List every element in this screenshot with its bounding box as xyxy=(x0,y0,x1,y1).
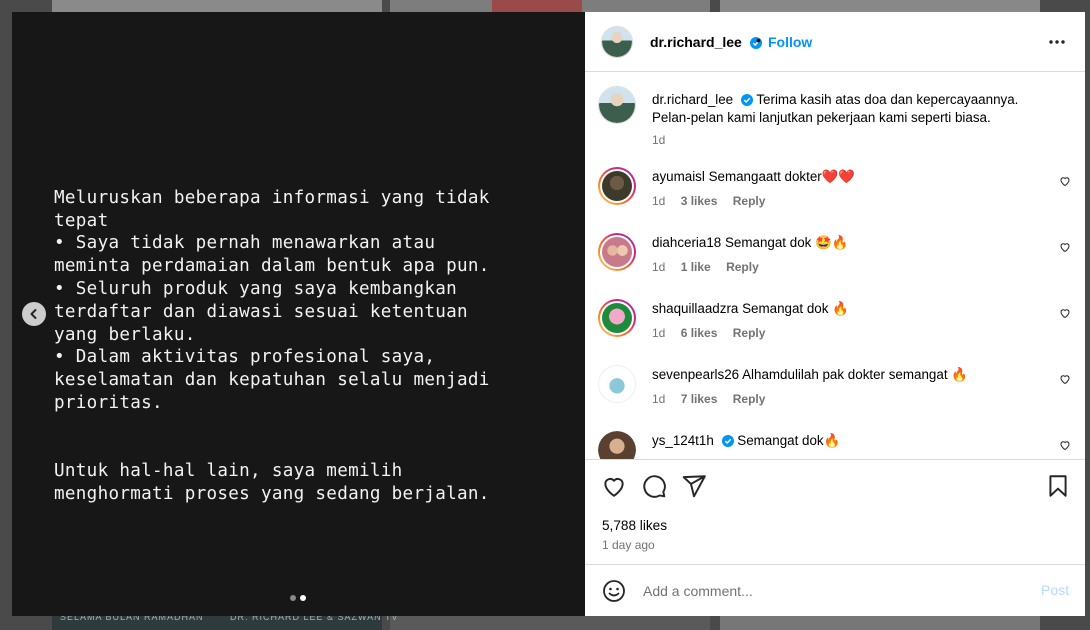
author-avatar[interactable] xyxy=(601,26,633,58)
comment-username[interactable]: shaquillaadzra xyxy=(652,301,738,316)
comment-username[interactable]: ayumaisl xyxy=(652,169,705,184)
comment-item: diahceria18 Semangat dok 🤩🔥 1d 1 like Re… xyxy=(585,233,1085,299)
comment-likes[interactable]: 7 likes xyxy=(681,392,718,406)
comment-likes[interactable]: 6 likes xyxy=(681,326,718,340)
heart-icon[interactable] xyxy=(1059,307,1071,319)
backdrop-tile xyxy=(720,0,1040,12)
media-text: Meluruskan beberapa informasi yang tidak… xyxy=(54,164,554,552)
heart-icon[interactable] xyxy=(1059,175,1071,187)
comment-text: Alhamdulilah pak dokter semangat 🔥 xyxy=(742,367,968,382)
reply-button[interactable]: Reply xyxy=(733,326,766,340)
reply-button[interactable]: Reply xyxy=(726,260,759,274)
comment-text-block: diahceria18 Semangat dok 🤩🔥 xyxy=(652,235,848,251)
bookmark-icon[interactable] xyxy=(1045,473,1071,499)
carousel-indicator xyxy=(290,595,306,601)
comment-item: ys_124t1h Semangat dok🔥 xyxy=(585,431,1085,459)
comment-meta: 1d 1 like Reply xyxy=(652,260,771,274)
comment-text-block: ys_124t1h Semangat dok🔥 xyxy=(652,433,840,449)
post-header: dr.richard_lee • Follow xyxy=(585,12,1085,72)
media-paragraph: Untuk hal-hal lain, saya memilih menghor… xyxy=(54,461,490,505)
comment-text-block: ayumaisl Semangaatt dokter❤️❤️ xyxy=(652,169,855,185)
commenter-avatar[interactable] xyxy=(598,299,636,337)
backdrop-tile xyxy=(390,616,710,630)
backdrop-tile xyxy=(492,0,582,12)
author-username: dr.richard_lee xyxy=(650,34,742,50)
header-separator: • xyxy=(756,32,761,48)
send-icon[interactable] xyxy=(681,473,707,499)
carousel-dot-active xyxy=(300,595,306,601)
caption-text-block: dr.richard_lee Terima kasih atas doa dan… xyxy=(652,91,1042,127)
carousel-dot xyxy=(290,595,296,601)
comment-time[interactable]: 1d xyxy=(652,392,665,406)
comment-text: Semangat dok🔥 xyxy=(737,433,841,448)
verified-badge-icon xyxy=(721,435,734,447)
emoji-icon[interactable] xyxy=(602,579,626,603)
media-paragraph: Meluruskan beberapa informasi yang tidak… xyxy=(54,187,490,413)
backdrop-tile xyxy=(720,616,1040,630)
caption-time[interactable]: 1d xyxy=(652,133,665,147)
comment-time[interactable]: 1d xyxy=(652,260,665,274)
post-comment-button[interactable]: Post xyxy=(1041,582,1069,598)
verified-badge-icon xyxy=(740,94,753,106)
comment-likes[interactable]: 1 like xyxy=(681,260,711,274)
heart-icon[interactable] xyxy=(601,473,627,499)
follow-button[interactable]: Follow xyxy=(768,34,812,50)
comment-username[interactable]: diahceria18 xyxy=(652,235,721,250)
backdrop-tile xyxy=(52,0,382,12)
carousel-prev-button[interactable] xyxy=(22,302,46,326)
comment-icon[interactable] xyxy=(641,473,667,499)
post-actions: 5,788 likes 1 day ago xyxy=(585,459,1085,564)
author-username-link[interactable]: dr.richard_lee xyxy=(650,34,762,50)
comment-username[interactable]: ys_124t1h xyxy=(652,433,714,448)
comment-item: ayumaisl Semangaatt dokter❤️❤️ 1d 3 like… xyxy=(585,167,1085,233)
comment-input[interactable] xyxy=(641,580,1005,602)
caption-username[interactable]: dr.richard_lee xyxy=(652,92,733,107)
chevron-left-icon xyxy=(30,309,37,319)
comment-item: sevenpearls26 Alhamdulilah pak dokter se… xyxy=(585,365,1085,431)
comment-text-block: sevenpearls26 Alhamdulilah pak dokter se… xyxy=(652,367,968,383)
post-date[interactable]: 1 day ago xyxy=(602,538,655,552)
comment-username[interactable]: sevenpearls26 xyxy=(652,367,739,382)
commenter-avatar[interactable] xyxy=(598,431,636,459)
comment-time[interactable]: 1d xyxy=(652,194,665,208)
post-details-panel: dr.richard_lee • Follow dr.richard_lee T… xyxy=(585,12,1085,616)
comment-item: shaquillaadzra Semangat dok 🔥 1d 6 likes… xyxy=(585,299,1085,365)
commenter-avatar[interactable] xyxy=(598,233,636,271)
likes-count[interactable]: 5,788 likes xyxy=(602,518,667,533)
post-media: Meluruskan beberapa informasi yang tidak… xyxy=(12,12,585,616)
comment-meta: 1d 6 likes Reply xyxy=(652,326,777,340)
comment-time[interactable]: 1d xyxy=(652,326,665,340)
author-avatar[interactable] xyxy=(598,86,636,124)
comment-meta: 1d 7 likes Reply xyxy=(652,392,777,406)
heart-icon[interactable] xyxy=(1059,373,1071,385)
reply-button[interactable]: Reply xyxy=(733,392,766,406)
heart-icon[interactable] xyxy=(1059,439,1071,451)
commenter-avatar[interactable] xyxy=(598,167,636,205)
reply-button[interactable]: Reply xyxy=(733,194,766,208)
add-comment-bar: Post xyxy=(585,564,1085,616)
comment-text-block: shaquillaadzra Semangat dok 🔥 xyxy=(652,301,849,317)
comment-text: Semangat dok 🤩🔥 xyxy=(724,235,849,250)
comment-likes[interactable]: 3 likes xyxy=(681,194,718,208)
comments-list[interactable]: dr.richard_lee Terima kasih atas doa dan… xyxy=(585,73,1085,459)
more-horizontal-icon[interactable] xyxy=(1047,32,1067,52)
heart-icon[interactable] xyxy=(1059,241,1071,253)
comment-meta: 1d 3 likes Reply xyxy=(652,194,777,208)
comment-text: Semangaatt dokter❤️❤️ xyxy=(708,169,856,184)
comment-text: Semangat dok 🔥 xyxy=(742,301,849,316)
commenter-avatar[interactable] xyxy=(598,365,636,403)
